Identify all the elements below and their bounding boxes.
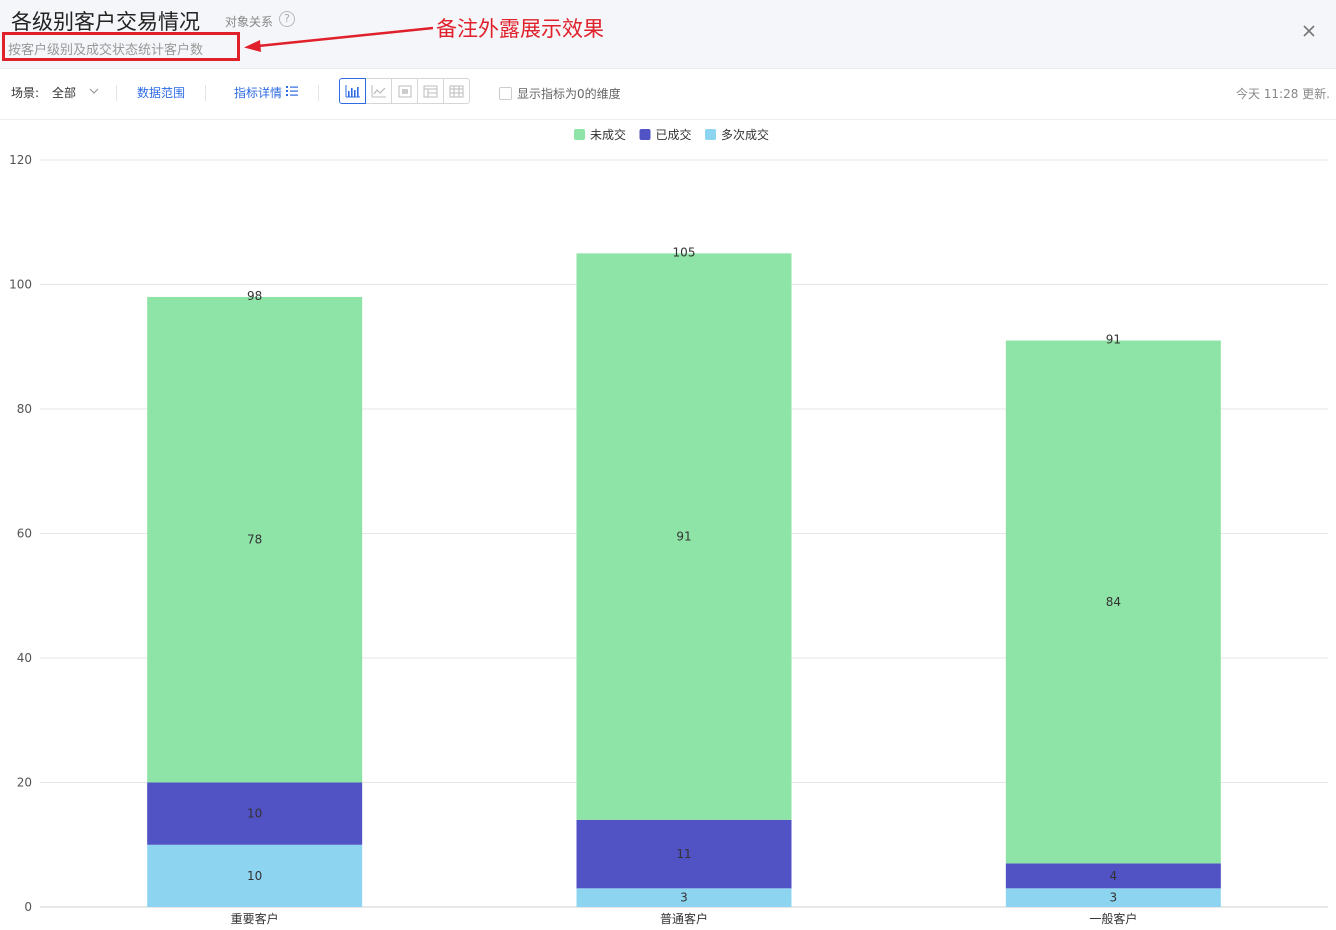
- data-label: 84: [1106, 595, 1121, 609]
- bar-chart-icon: [345, 84, 360, 97]
- data-label: 11: [676, 847, 691, 861]
- grid-table-view-button[interactable]: [443, 78, 470, 104]
- show-zero-label: 显示指标为0的维度: [517, 87, 621, 101]
- y-tick-label: 80: [17, 402, 32, 416]
- total-label: 98: [247, 289, 262, 303]
- data-label: 78: [247, 533, 262, 547]
- data-range-link[interactable]: 数据范围: [137, 84, 185, 101]
- legend-swatch[interactable]: [705, 129, 716, 140]
- y-tick-label: 120: [9, 153, 32, 167]
- toolbar: 场景: 全部 数据范围 指标详情 显示指标为0的维度 今天 11:28 更新.: [0, 69, 1336, 120]
- show-zero-checkbox[interactable]: [499, 87, 512, 100]
- divider: [318, 85, 319, 101]
- annotation-arrow-icon: [244, 26, 434, 52]
- update-timestamp: 今天 11:28 更新.: [1235, 87, 1330, 101]
- data-label: 91: [676, 530, 691, 544]
- x-tick-label: 一般客户: [1089, 911, 1137, 926]
- y-tick-label: 20: [17, 776, 32, 790]
- legend-label[interactable]: 未成交: [590, 127, 626, 142]
- data-label: 4: [1110, 869, 1118, 883]
- metric-detail-link[interactable]: 指标详情: [234, 84, 282, 101]
- list-icon[interactable]: [286, 86, 298, 96]
- divider: [116, 85, 117, 101]
- data-label: 10: [247, 869, 262, 883]
- y-tick-label: 0: [24, 900, 32, 914]
- total-label: 105: [673, 245, 696, 259]
- data-label: 3: [680, 891, 688, 905]
- legend-label[interactable]: 多次成交: [721, 127, 769, 142]
- x-tick-label: 重要客户: [231, 911, 279, 926]
- bar-chart-view-button[interactable]: [339, 78, 366, 104]
- y-tick-label: 60: [17, 527, 32, 541]
- table-view-button[interactable]: [417, 78, 444, 104]
- report-header: 各级别客户交易情况 对象关系 ? 按客户级别及成交状态统计客户数 备注外露展示效…: [0, 0, 1336, 69]
- pivot-view-button[interactable]: [391, 78, 418, 104]
- legend-swatch[interactable]: [639, 129, 651, 140]
- data-label: 3: [1110, 891, 1118, 905]
- scene-select[interactable]: 全部: [52, 84, 76, 101]
- view-switcher: [339, 78, 470, 104]
- legend-swatch[interactable]: [574, 129, 585, 140]
- stacked-bar-chart: 0 20 40 60 80 100 120 未成交 已成交 多次成交 10 10 78 98 重要客户 3 11…: [9, 127, 1328, 926]
- data-label: 10: [247, 807, 262, 821]
- annotation-note: 备注外露展示效果: [436, 17, 604, 41]
- total-label: 91: [1106, 333, 1121, 347]
- line-chart-icon: [371, 84, 386, 97]
- divider: [205, 85, 206, 101]
- scene-label: 场景:: [11, 86, 40, 100]
- y-tick-label: 100: [9, 278, 32, 292]
- close-icon[interactable]: [1302, 24, 1316, 38]
- chevron-down-icon[interactable]: [89, 88, 99, 95]
- line-chart-view-button[interactable]: [365, 78, 392, 104]
- pivot-icon: [398, 85, 411, 97]
- legend-label[interactable]: 已成交: [656, 127, 692, 142]
- x-tick-label: 普通客户: [660, 911, 708, 926]
- y-tick-label: 40: [17, 651, 32, 665]
- grid-table-icon: [449, 85, 464, 97]
- table-icon: [423, 85, 438, 97]
